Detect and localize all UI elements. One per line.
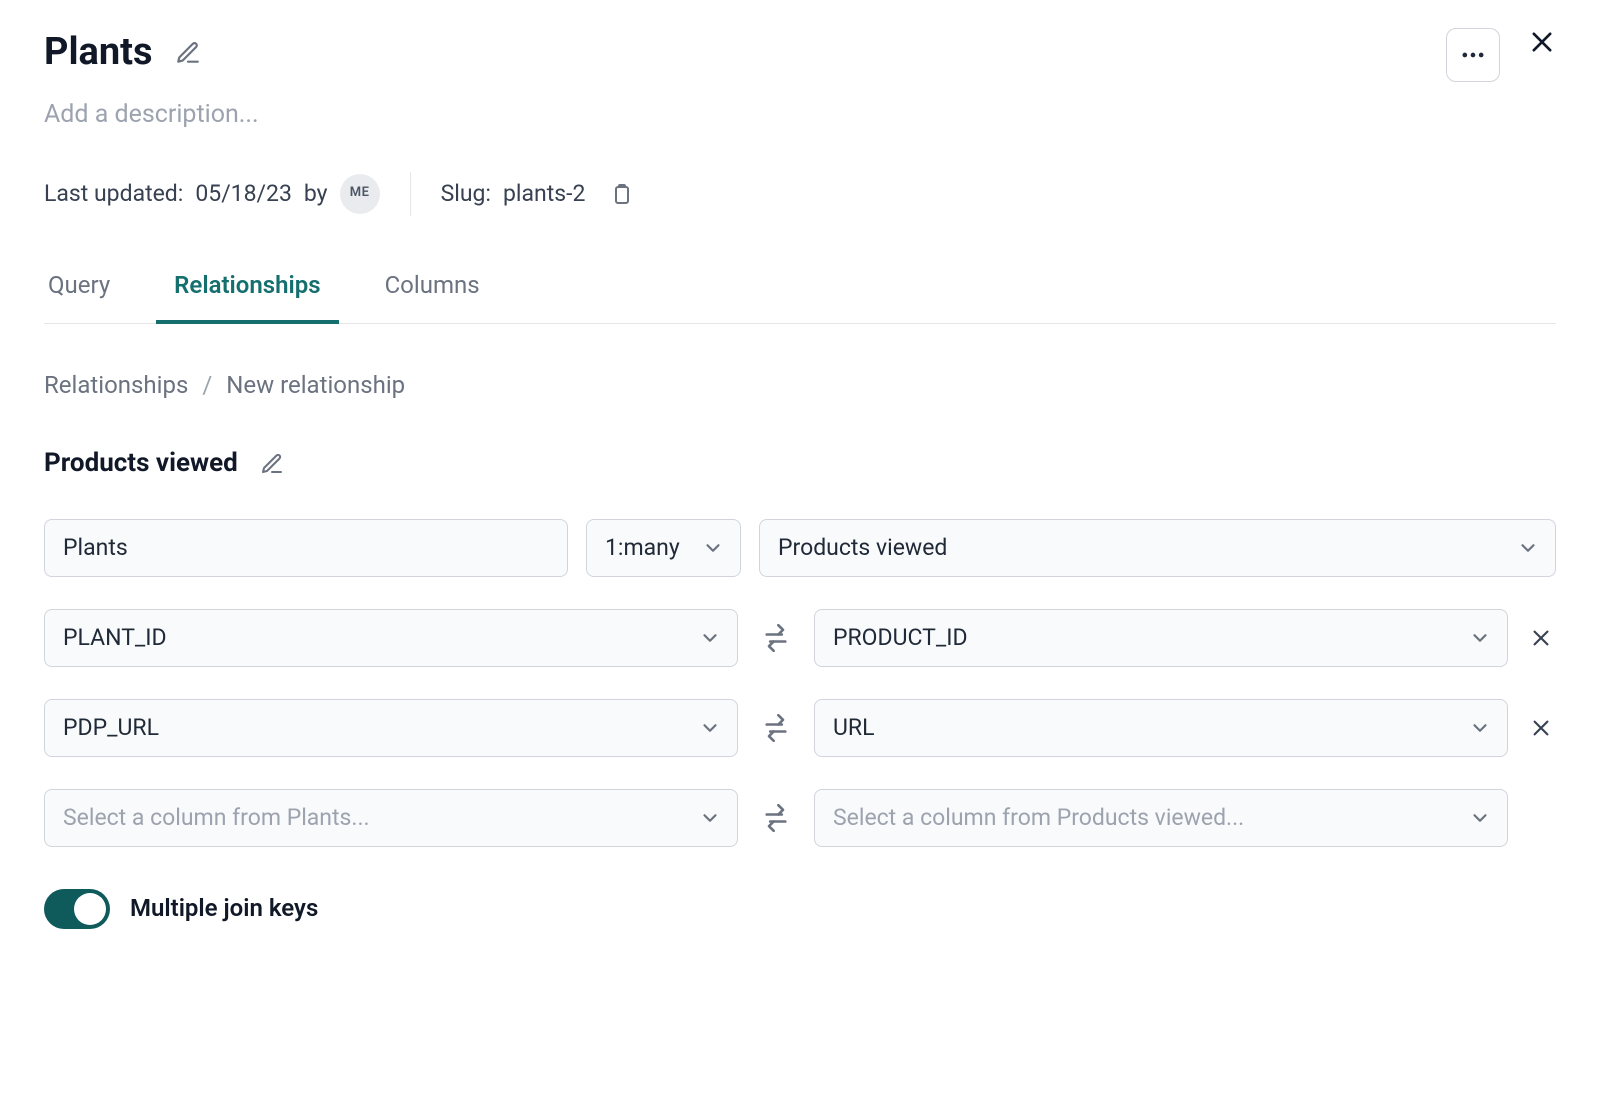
chevron-down-icon bbox=[702, 537, 724, 559]
swap-icon bbox=[756, 714, 796, 742]
join-row-empty: Select a column from Plants... Select a … bbox=[44, 789, 1556, 847]
right-column-value: URL bbox=[833, 713, 874, 743]
close-button[interactable] bbox=[1528, 28, 1556, 56]
remove-join-row-button[interactable] bbox=[1526, 717, 1556, 739]
arrows-swap-icon bbox=[762, 714, 790, 742]
right-column-select[interactable]: PRODUCT_ID bbox=[814, 609, 1508, 667]
left-column-select[interactable]: Select a column from Plants... bbox=[44, 789, 738, 847]
toggle-knob bbox=[74, 893, 106, 925]
copy-slug-button[interactable] bbox=[609, 182, 633, 206]
page-title: Plants bbox=[44, 28, 153, 77]
tab-columns[interactable]: Columns bbox=[381, 270, 484, 323]
right-column-placeholder: Select a column from Products viewed... bbox=[833, 803, 1244, 833]
breadcrumb-root[interactable]: Relationships bbox=[44, 370, 188, 401]
left-column-value: PLANT_ID bbox=[63, 623, 167, 653]
close-icon bbox=[1528, 28, 1556, 56]
relationship-name: Products viewed bbox=[44, 447, 238, 481]
cardinality-value: 1:many bbox=[605, 533, 680, 563]
chevron-down-icon bbox=[699, 627, 721, 649]
chevron-down-icon bbox=[1469, 717, 1491, 739]
chevron-down-icon bbox=[1469, 627, 1491, 649]
remove-join-row-button[interactable] bbox=[1526, 627, 1556, 649]
avatar[interactable]: ME bbox=[340, 174, 380, 214]
arrows-swap-icon bbox=[762, 804, 790, 832]
right-column-value: PRODUCT_ID bbox=[833, 623, 968, 653]
left-model-label: Plants bbox=[63, 533, 128, 563]
right-column-select[interactable]: Select a column from Products viewed... bbox=[814, 789, 1508, 847]
arrows-swap-icon bbox=[762, 624, 790, 652]
chevron-down-icon bbox=[699, 717, 721, 739]
right-column-select[interactable]: URL bbox=[814, 699, 1508, 757]
left-model: Plants bbox=[44, 519, 568, 577]
last-updated-date: 05/18/23 bbox=[195, 179, 292, 209]
close-icon bbox=[1530, 627, 1552, 649]
slug-value: plants-2 bbox=[503, 179, 585, 209]
chevron-down-icon bbox=[1469, 807, 1491, 829]
tabs: Query Relationships Columns bbox=[44, 270, 1556, 324]
left-column-placeholder: Select a column from Plants... bbox=[63, 803, 370, 833]
chevron-down-icon bbox=[1517, 537, 1539, 559]
join-row: PLANT_ID PRODUCT_ID bbox=[44, 609, 1556, 667]
right-model-select[interactable]: Products viewed bbox=[759, 519, 1556, 577]
pencil-icon bbox=[260, 452, 284, 476]
by-label: by bbox=[304, 179, 328, 209]
last-updated-label: Last updated: bbox=[44, 179, 183, 209]
description-input[interactable]: Add a description... bbox=[44, 99, 1446, 132]
tab-relationships[interactable]: Relationships bbox=[170, 270, 324, 323]
left-column-select[interactable]: PDP_URL bbox=[44, 699, 738, 757]
left-column-select[interactable]: PLANT_ID bbox=[44, 609, 738, 667]
last-updated: Last updated: 05/18/23 by ME bbox=[44, 174, 380, 214]
join-row: PDP_URL URL bbox=[44, 699, 1556, 757]
dots-horizontal-icon bbox=[1459, 41, 1487, 69]
cardinality-select[interactable]: 1:many bbox=[586, 519, 741, 577]
chevron-down-icon bbox=[699, 807, 721, 829]
edit-relationship-name-button[interactable] bbox=[260, 452, 284, 476]
divider bbox=[410, 172, 411, 216]
breadcrumb: Relationships / New relationship bbox=[44, 370, 1556, 401]
close-icon bbox=[1530, 717, 1552, 739]
slug-label: Slug: bbox=[441, 179, 491, 209]
multiple-join-keys-toggle[interactable] bbox=[44, 889, 110, 929]
clipboard-icon bbox=[609, 182, 633, 206]
edit-title-button[interactable] bbox=[175, 40, 201, 66]
tab-query[interactable]: Query bbox=[44, 270, 114, 323]
pencil-icon bbox=[175, 40, 201, 66]
right-model-label: Products viewed bbox=[778, 533, 947, 563]
swap-icon bbox=[756, 624, 796, 652]
more-actions-button[interactable] bbox=[1446, 28, 1500, 82]
left-column-value: PDP_URL bbox=[63, 713, 159, 743]
breadcrumb-current: New relationship bbox=[226, 370, 405, 401]
swap-icon bbox=[756, 804, 796, 832]
multiple-join-keys-label: Multiple join keys bbox=[130, 893, 318, 924]
breadcrumb-separator: / bbox=[202, 370, 212, 401]
